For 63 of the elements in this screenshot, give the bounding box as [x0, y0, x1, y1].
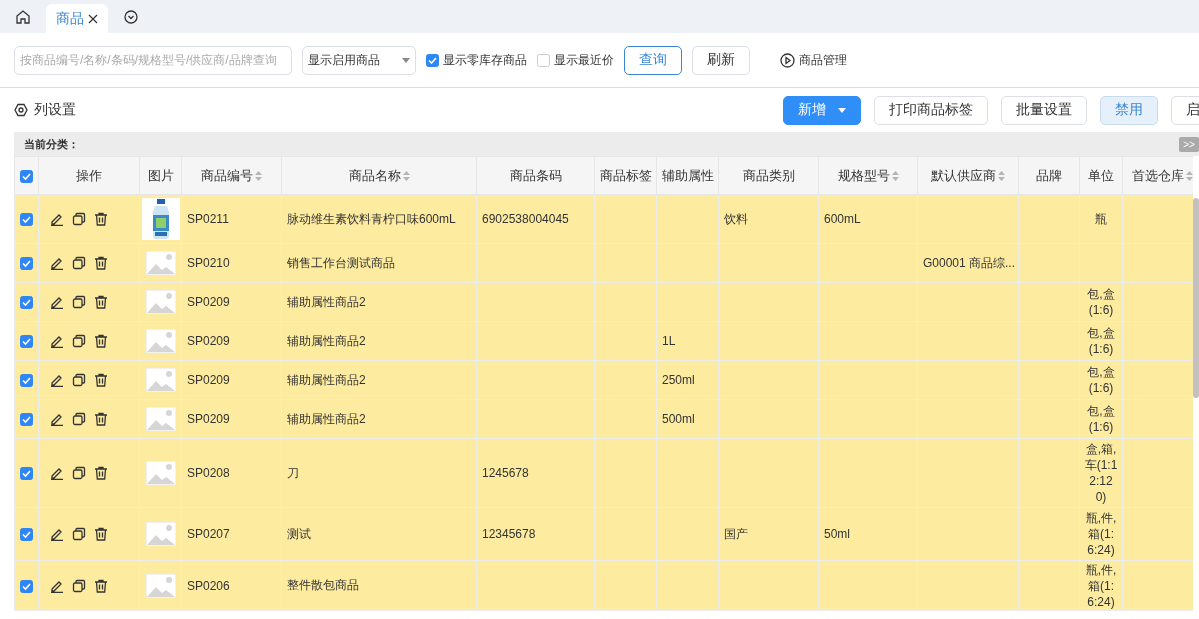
- cell-text: SP0209: [187, 412, 230, 426]
- checkbox-label: 显示最近价: [554, 51, 614, 69]
- column-header: 商品类别: [718, 156, 819, 195]
- action-button[interactable]: 启: [1171, 95, 1199, 125]
- cell-text: 50ml: [824, 527, 850, 541]
- tab[interactable]: 商品: [46, 4, 108, 33]
- category-label: 当前分类：: [24, 136, 79, 152]
- unit-text: 瓶,件,箱(1:6:24): [1084, 510, 1118, 558]
- cell-text: 辅助属性商品2: [287, 411, 366, 426]
- cell-text: 12345678: [482, 527, 536, 541]
- cell-text: SP0209: [187, 373, 230, 387]
- unit-text: 包,盒(1:6): [1086, 325, 1116, 357]
- column-header[interactable]: 规格型号: [818, 156, 918, 195]
- cell-text: 辅助属性商品2: [287, 372, 366, 387]
- cell-text: SP0209: [187, 295, 230, 309]
- product-management-link[interactable]: 商品管理: [780, 51, 847, 69]
- cell-text: 1245678: [482, 466, 529, 480]
- column-header: 辅助属性: [656, 156, 719, 195]
- cell-text: 6902538004045: [482, 212, 569, 226]
- cell-text: SP0209: [187, 334, 230, 348]
- cell-text: 销售工作台测试商品: [287, 255, 395, 270]
- column-header[interactable]: 默认供应商: [917, 156, 1019, 195]
- cell-text: 刀: [287, 465, 299, 480]
- action-button[interactable]: 打印商品标签: [874, 95, 988, 125]
- column-header[interactable]: 商品名称: [281, 156, 477, 195]
- cell-text: 脉动维生素饮料青柠口味600mL: [287, 211, 456, 226]
- cell-text: 1L: [662, 334, 676, 348]
- cell-text: 辅助属性商品2: [287, 333, 366, 348]
- filter-button[interactable]: 查询: [624, 45, 682, 75]
- status-select[interactable]: 显示启用商品: [302, 45, 416, 75]
- column-header: 操作: [38, 156, 140, 195]
- cell-text: G00001 商品综...: [923, 255, 1016, 270]
- cell-text: 测试: [287, 526, 311, 541]
- column-header: 图片: [139, 156, 182, 195]
- checkbox-label: 显示零库存商品: [443, 51, 527, 69]
- column-header: 商品条码: [476, 156, 595, 195]
- cell-text: 600mL: [824, 212, 861, 226]
- cell-text: 500ml: [662, 412, 695, 426]
- unit-text: 瓶,件,箱(1:6:24): [1084, 561, 1118, 610]
- column-header[interactable]: 商品编号: [181, 156, 282, 195]
- unit-text: 盒,箱,车(1:12:120): [1084, 441, 1118, 505]
- unit-text: 包,盒(1:6): [1086, 286, 1116, 318]
- cell-text: 整件散包商品: [287, 578, 359, 592]
- cell-text: 250ml: [662, 373, 695, 387]
- cell-text: SP0208: [187, 466, 230, 480]
- cell-text: 饮料: [724, 211, 748, 226]
- search-field[interactable]: 按商品编号/名称/条码/规格型号/供应商/品牌查询: [14, 45, 292, 75]
- column-settings-button[interactable]: 列设置: [14, 101, 76, 119]
- cell-text: SP0210: [187, 256, 230, 270]
- cell-text: 辅助属性商品2: [287, 294, 366, 309]
- column-header[interactable]: 首选仓库: [1122, 156, 1193, 195]
- unit-text: 瓶: [1094, 211, 1108, 227]
- column-header: 商品标签: [594, 156, 657, 195]
- cell-text: SP0207: [187, 527, 230, 541]
- cell-text: 国产: [724, 526, 748, 541]
- unit-text: 包,盒(1:6): [1086, 364, 1116, 396]
- cell-text: SP0211: [187, 212, 229, 226]
- unit-text: 包,盒(1:6): [1086, 403, 1116, 435]
- action-button[interactable]: 批量设置: [1001, 95, 1087, 125]
- cell-text: SP0206: [187, 578, 230, 593]
- filter-button[interactable]: 刷新: [692, 45, 750, 75]
- column-header: 单位: [1079, 156, 1123, 195]
- column-header: 品牌: [1018, 156, 1080, 195]
